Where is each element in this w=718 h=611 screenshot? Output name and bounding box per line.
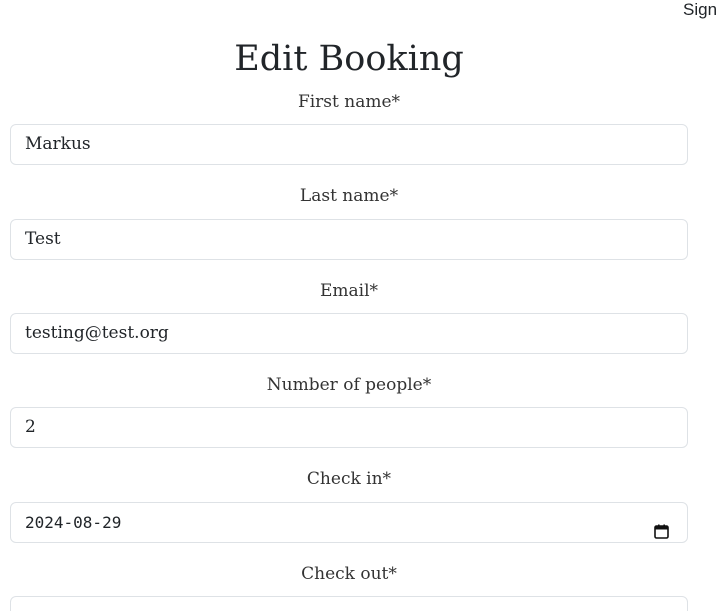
first-name-input[interactable]: Markus — [10, 124, 688, 165]
email-label: Email* — [319, 281, 379, 301]
check-in-value: 2024-08-29 — [25, 513, 122, 532]
last-name-value: Test — [25, 229, 61, 249]
check-out-label: Check out* — [301, 564, 397, 584]
number-of-people-input[interactable]: 2 — [10, 407, 688, 448]
number-of-people-label: Number of people* — [266, 375, 432, 395]
calendar-icon[interactable] — [654, 515, 669, 539]
check-in-label: Check in* — [306, 469, 392, 489]
number-of-people-value: 2 — [25, 417, 36, 437]
email-input[interactable]: testing@test.org — [10, 313, 688, 354]
check-out-date-input[interactable] — [10, 596, 688, 611]
check-in-date-input[interactable]: 2024-08-29 — [10, 502, 688, 543]
first-name-label: First name* — [297, 92, 401, 112]
sign-in-link[interactable]: Sign — [683, 0, 717, 20]
first-name-value: Markus — [25, 134, 91, 154]
email-value: testing@test.org — [25, 323, 169, 343]
last-name-label: Last name* — [299, 186, 399, 206]
page-title: Edit Booking — [234, 39, 464, 79]
last-name-input[interactable]: Test — [10, 219, 688, 260]
